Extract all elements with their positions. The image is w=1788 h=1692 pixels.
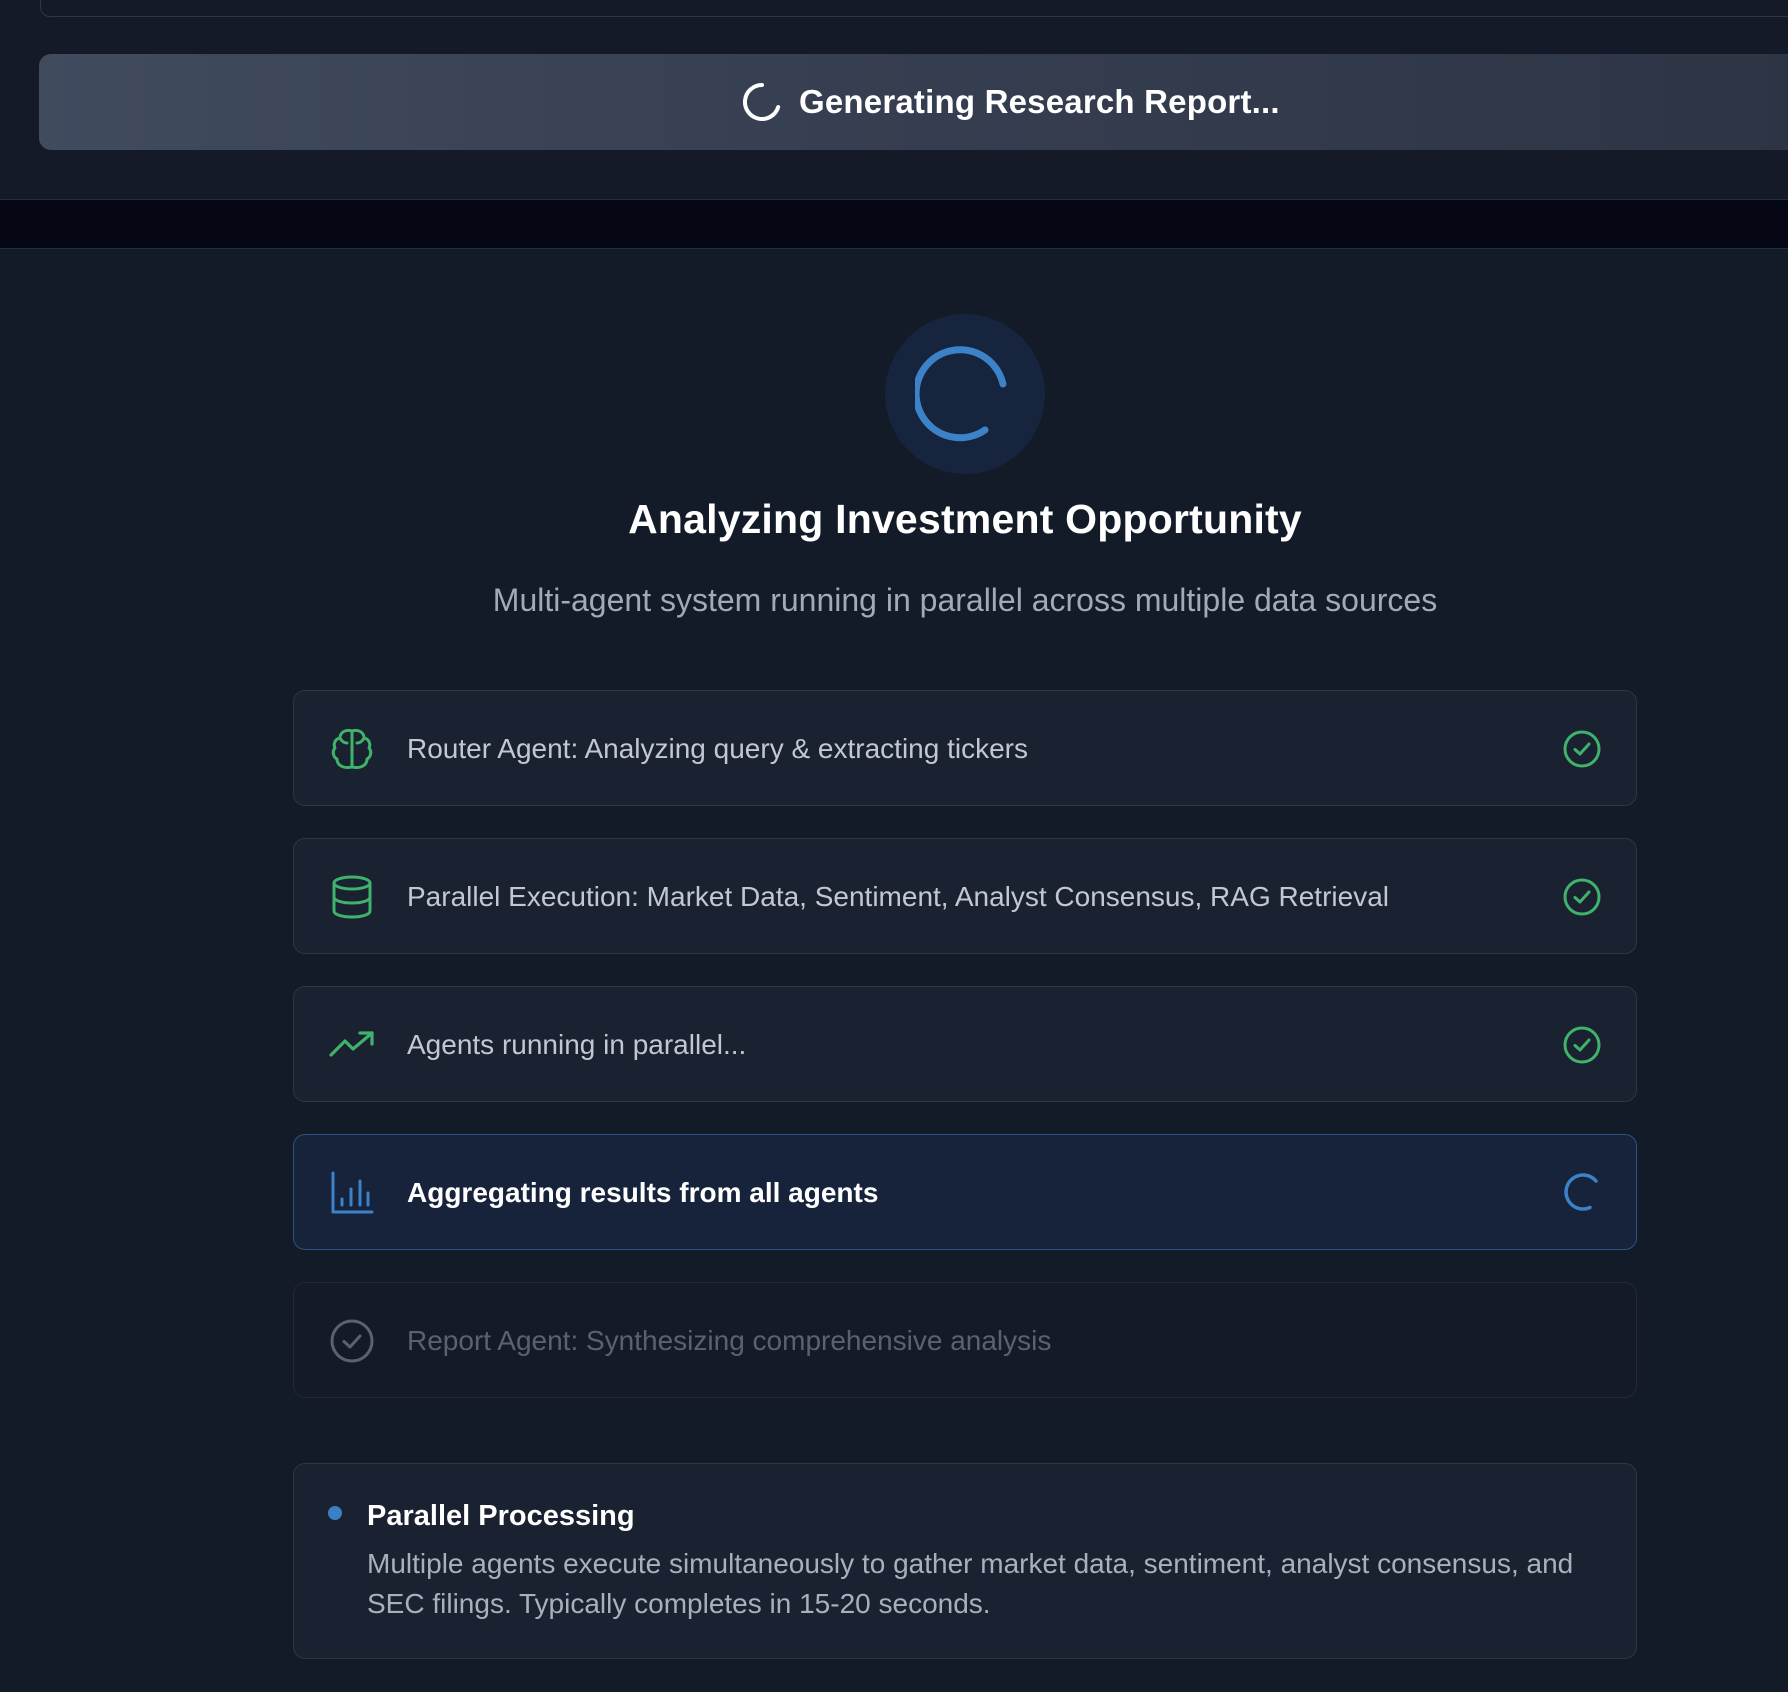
- info-description: Multiple agents execute simultaneously t…: [367, 1548, 1574, 1619]
- step-parallel-execution: Parallel Execution: Market Data, Sentime…: [293, 838, 1637, 954]
- step-label: Router Agent: Analyzing query & extracti…: [407, 733, 1028, 764]
- trending-up-icon: [328, 1021, 376, 1069]
- step-label: Aggregating results from all agents: [407, 1177, 879, 1208]
- info-card: Parallel Processing Multiple agents exec…: [293, 1463, 1637, 1659]
- check-circle-icon: [1560, 1023, 1604, 1067]
- generate-report-button-content: Generating Research Report...: [742, 54, 1280, 150]
- step-agents-running: Agents running in parallel...: [293, 986, 1637, 1102]
- check-circle-icon: [1560, 875, 1604, 919]
- step-aggregating-results: Aggregating results from all agents: [293, 1134, 1637, 1250]
- large-spinner-icon: [915, 344, 1015, 444]
- loading-spinner-icon: [742, 82, 782, 122]
- database-icon: [328, 873, 376, 921]
- progress-spinner-badge: [885, 314, 1045, 474]
- brain-icon: [328, 725, 376, 773]
- page-subtitle: Multi-agent system running in parallel a…: [492, 582, 1438, 618]
- step-label: Parallel Execution: Market Data, Sentime…: [407, 881, 1389, 912]
- check-circle-icon: [1560, 727, 1604, 771]
- step-report-agent: Report Agent: Synthesizing comprehensive…: [293, 1282, 1637, 1398]
- page-title: Analyzing Investment Opportunity: [628, 496, 1302, 542]
- generate-report-button[interactable]: Generating Research Report...: [39, 54, 1788, 150]
- loading-spinner-icon: [1560, 1171, 1604, 1215]
- step-router-agent: Router Agent: Analyzing query & extracti…: [293, 690, 1637, 806]
- section-divider: [0, 200, 1788, 249]
- input-area-edge: [40, 0, 1788, 17]
- bullet-dot-icon: [328, 1506, 342, 1520]
- bar-chart-icon: [328, 1169, 376, 1217]
- info-title: Parallel Processing: [367, 1500, 635, 1532]
- step-label: Agents running in parallel...: [407, 1029, 747, 1060]
- generate-report-label: Generating Research Report...: [799, 83, 1280, 120]
- step-label: Report Agent: Synthesizing comprehensive…: [407, 1325, 1052, 1356]
- check-circle-icon: [328, 1317, 376, 1365]
- top-panel: Generating Research Report...: [0, 0, 1788, 200]
